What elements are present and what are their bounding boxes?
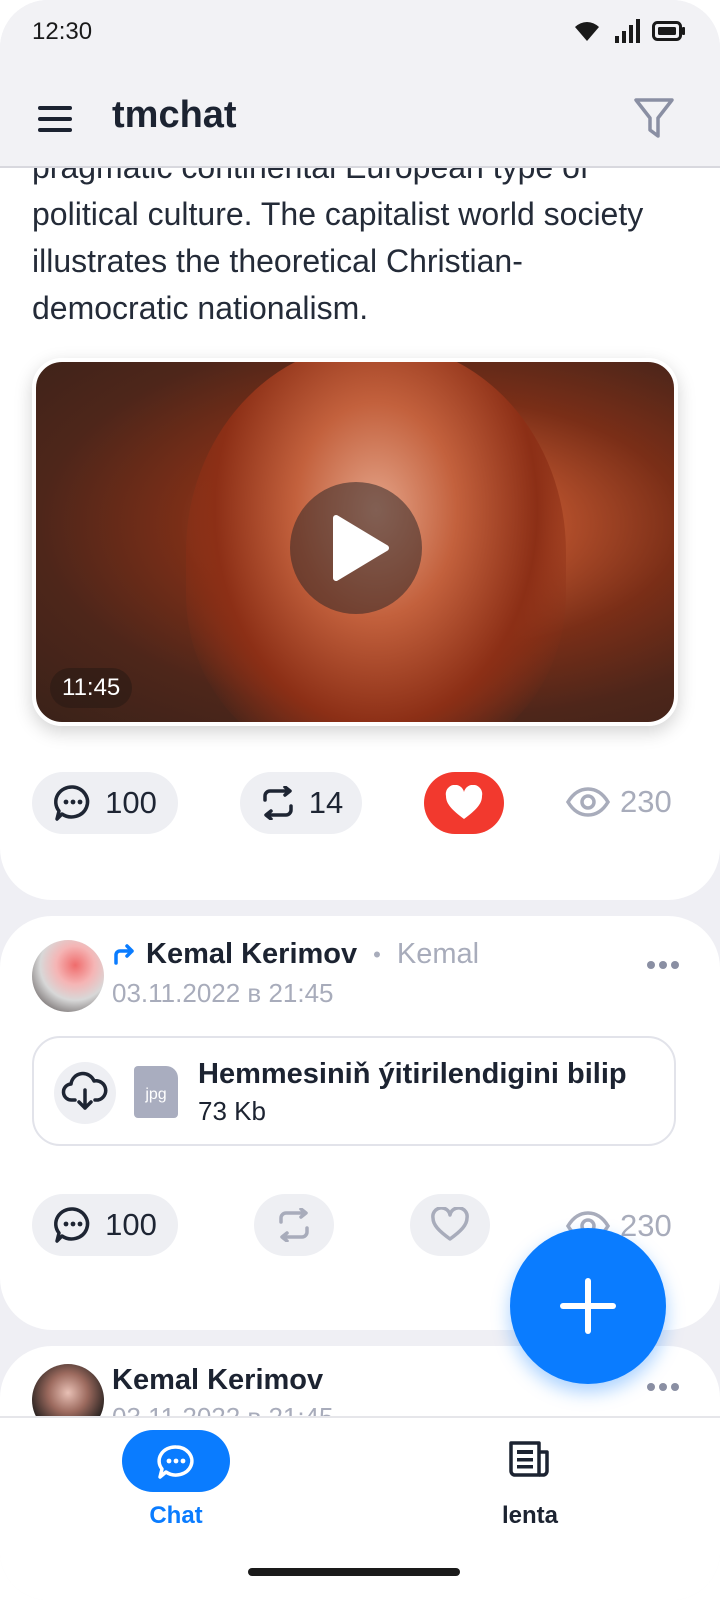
views-count: 230 — [620, 784, 672, 819]
comment-icon — [54, 1207, 90, 1243]
heart-outline-icon — [431, 1207, 469, 1241]
plus-icon — [560, 1278, 616, 1334]
status-time: 12:30 — [32, 18, 93, 45]
repost-arrow-icon — [114, 943, 134, 965]
phone-screen: 12:30 tmchat political culture. The capi… — [0, 0, 720, 1600]
repost-icon — [263, 786, 293, 820]
like-button[interactable] — [410, 1194, 490, 1256]
hamburger-menu-icon[interactable] — [36, 102, 76, 136]
signal-icon — [615, 19, 640, 43]
nav-label-lenta: lenta — [501, 1502, 558, 1529]
author-name[interactable]: Kemal Kerimov — [112, 1364, 323, 1397]
file-size: 73 Kb — [198, 1096, 266, 1126]
views-counter: 230 — [566, 784, 672, 820]
separator-dot: • — [373, 941, 381, 967]
video-duration: 11:45 — [50, 668, 133, 708]
repost-button[interactable] — [254, 1194, 334, 1256]
status-bar: 12:30 — [0, 0, 720, 72]
like-button[interactable] — [424, 772, 504, 834]
more-options-icon[interactable] — [646, 1382, 680, 1392]
nav-item-chat[interactable]: Chat — [66, 1418, 286, 1538]
app-bar: tmchat — [0, 72, 720, 168]
play-button[interactable] — [290, 482, 422, 614]
home-indicator[interactable] — [248, 1568, 460, 1576]
comments-button[interactable]: 100 — [32, 772, 178, 834]
repost-icon — [279, 1208, 309, 1242]
cloud-download-icon — [61, 1071, 108, 1110]
file-type-icon: jpg — [134, 1066, 178, 1118]
comment-icon — [54, 785, 90, 821]
battery-icon — [652, 21, 685, 41]
author-name[interactable]: Kemal Kerimov — [146, 938, 357, 971]
comments-count: 100 — [105, 1207, 157, 1242]
video-thumbnail[interactable]: 11:45 — [32, 358, 678, 726]
post-text: pragmatic continental European type of p… — [32, 149, 644, 326]
status-icons — [572, 18, 686, 44]
more-options-icon[interactable] — [646, 960, 680, 970]
eye-icon — [566, 787, 610, 817]
nav-item-lenta[interactable]: lenta — [420, 1418, 640, 1538]
author-row: Kemal Kerimov — [112, 1364, 323, 1397]
app-title: tmchat — [112, 94, 237, 136]
avatar[interactable] — [32, 940, 104, 1012]
comments-button[interactable]: 100 — [32, 1194, 178, 1256]
file-name: Hemmesiniň ýitirilendigini bilip — [198, 1058, 627, 1090]
heart-filled-icon — [445, 785, 483, 819]
post-card: pragmatic continental European type of p… — [0, 120, 720, 900]
download-button[interactable] — [54, 1062, 116, 1124]
post-date: 03.11.2022 в 21:45 — [112, 978, 334, 1008]
filter-icon[interactable] — [632, 96, 676, 142]
author-alt-name[interactable]: Kemal — [397, 938, 479, 971]
create-post-button[interactable] — [510, 1228, 666, 1384]
file-attachment[interactable]: jpg Hemmesiniň ýitirilendigini bilip 73 … — [32, 1036, 676, 1146]
nav-active-indicator — [122, 1430, 230, 1492]
nav-label-chat: Chat — [149, 1502, 203, 1529]
newspaper-icon — [509, 1441, 549, 1477]
wifi-icon — [575, 22, 599, 41]
play-icon — [333, 515, 389, 581]
comments-count: 100 — [105, 785, 157, 820]
author-row: Kemal Kerimov • Kemal — [112, 938, 479, 971]
chat-bubble-icon — [157, 1445, 194, 1479]
reposts-count: 14 — [308, 785, 344, 820]
repost-button[interactable]: 14 — [240, 772, 362, 834]
